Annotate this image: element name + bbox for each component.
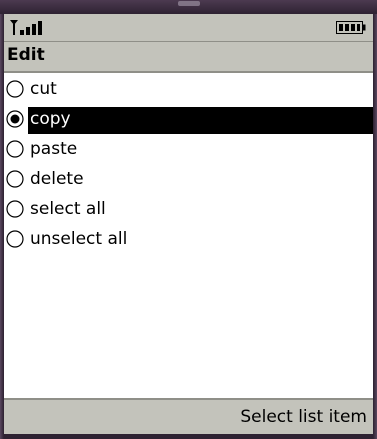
softkey-bar: Select list item [4,398,373,436]
list-item-label: delete [30,169,84,189]
screen-bottom-edge [4,434,373,439]
radio-button-icon[interactable] [6,230,24,248]
list-item[interactable]: select all [6,197,373,224]
list-item[interactable]: unselect all [6,227,373,254]
list-item[interactable]: delete [6,167,373,194]
radio-button-icon[interactable] [6,170,24,188]
list-item-label: unselect all [30,229,128,249]
list-item-label: cut [30,79,57,99]
list-item[interactable]: cut [6,77,373,104]
radio-button-icon[interactable] [6,200,24,218]
list-item-label: paste [30,139,78,159]
softkey-select-list-item[interactable]: Select list item [240,407,367,427]
list-item-label: select all [30,199,106,219]
status-bar [4,14,373,42]
list-item-label: copy [30,109,71,129]
screen-title: Edit [7,45,45,65]
signal-strength-icon [10,20,42,35]
list-item[interactable]: paste [6,137,373,164]
selection-highlight [28,107,373,134]
list-item[interactable]: copy [6,107,373,134]
phone-screen: Edit cut copy paste delete select all unselec… [4,14,373,439]
device-bezel-top [0,0,377,14]
battery-icon [336,21,366,34]
device-speaker [178,1,200,6]
device-bezel-right [373,14,377,439]
radio-button-icon[interactable] [6,110,24,128]
radio-button-icon[interactable] [6,140,24,158]
radio-button-icon[interactable] [6,80,24,98]
title-bar: Edit [4,42,373,73]
